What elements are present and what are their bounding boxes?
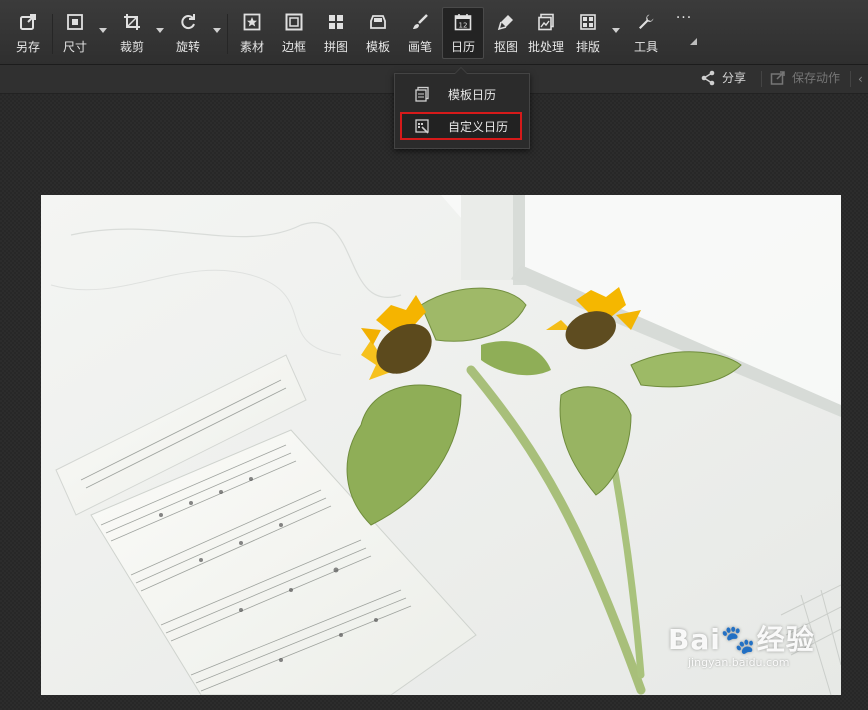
rotate-button[interactable]: 旋转 [168, 8, 208, 58]
main-toolbar: 另存 尺寸 裁剪 旋转 素材 边框 拼图 模板 画笔 12 日历 抠图 批处理 … [0, 0, 868, 65]
layout-dropdown-caret[interactable] [612, 28, 620, 33]
save-action-label: 保存动作 [792, 71, 841, 85]
tools-label: 工具 [633, 40, 658, 54]
menu-item-label: 模板日历 [448, 87, 497, 102]
collage-label: 拼图 [323, 40, 348, 54]
rotate-dropdown-caret[interactable] [213, 28, 221, 33]
cutout-button[interactable]: 抠图 [486, 8, 526, 58]
scroll-left-icon[interactable]: ‹ [858, 72, 868, 86]
calendar-icon-number: 12 [459, 22, 468, 30]
share-icon [701, 70, 715, 85]
crop-dropdown-caret[interactable] [156, 28, 164, 33]
batch-icon [536, 12, 556, 32]
crop-label: 裁剪 [119, 40, 144, 54]
calendar-button[interactable]: 12 日历 [442, 7, 484, 59]
wrench-icon [636, 12, 656, 32]
collage-button[interactable]: 拼图 [316, 8, 356, 58]
bar-divider [850, 71, 851, 87]
share-button[interactable]: 分享 [700, 69, 746, 86]
frame-button[interactable]: 边框 [274, 8, 314, 58]
crop-button[interactable]: 裁剪 [112, 8, 152, 58]
brush-icon [410, 12, 430, 32]
material-label: 素材 [239, 40, 264, 54]
resize-icon [65, 12, 85, 32]
save-as-icon [18, 12, 38, 32]
template-label: 模板 [365, 40, 390, 54]
brush-label: 画笔 [407, 40, 432, 54]
save-action-button[interactable]: 保存动作 [770, 69, 840, 86]
toolbar-expand-corner-icon[interactable] [690, 38, 697, 45]
toolbar-divider [227, 14, 228, 54]
batch-label: 批处理 [527, 40, 564, 54]
batch-button[interactable]: 批处理 [526, 8, 566, 58]
bar-divider [761, 71, 762, 87]
cutout-pen-icon [496, 12, 516, 32]
rotate-label: 旋转 [175, 40, 200, 54]
calendar-label: 日历 [450, 40, 475, 54]
tools-button[interactable]: 工具 [626, 8, 666, 58]
resize-dropdown-caret[interactable] [99, 28, 107, 33]
baidu-jingyan-watermark: Bai🐾经验 jingyan.baidu.com [668, 618, 815, 669]
calendar-icon: 12 [453, 12, 473, 32]
resize-button[interactable]: 尺寸 [55, 8, 95, 58]
crop-icon [122, 12, 142, 32]
more-icon: ··· [675, 10, 693, 26]
save-as-label: 另存 [15, 40, 40, 54]
custom-calendar-icon [415, 119, 429, 134]
save-action-icon [770, 70, 785, 85]
layout-label: 排版 [575, 40, 600, 54]
brush-button[interactable]: 画笔 [400, 8, 440, 58]
calendar-dropdown-menu: 模板日历 自定义日历 [394, 67, 530, 149]
template-calendar-icon [415, 86, 429, 102]
more-button[interactable]: ··· [664, 8, 704, 58]
save-as-button[interactable]: 另存 [8, 8, 48, 58]
template-button[interactable]: 模板 [358, 8, 398, 58]
collage-icon [326, 12, 346, 32]
menu-item-template-calendar[interactable]: 模板日历 [400, 80, 522, 108]
menu-item-label: 自定义日历 [448, 119, 509, 134]
frame-label: 边框 [281, 40, 306, 54]
cutout-label: 抠图 [493, 40, 518, 54]
material-button[interactable]: 素材 [232, 8, 272, 58]
toolbar-divider [52, 14, 53, 54]
menu-item-custom-calendar[interactable]: 自定义日历 [400, 112, 522, 140]
template-icon [368, 12, 388, 32]
resize-label: 尺寸 [62, 40, 87, 54]
layout-icon [578, 12, 598, 32]
watermark-brand: Bai🐾经验 [668, 623, 815, 656]
share-label: 分享 [722, 71, 747, 85]
layout-button[interactable]: 排版 [568, 8, 608, 58]
star-material-icon [242, 12, 262, 32]
frame-icon [284, 12, 304, 32]
rotate-icon [178, 12, 198, 32]
